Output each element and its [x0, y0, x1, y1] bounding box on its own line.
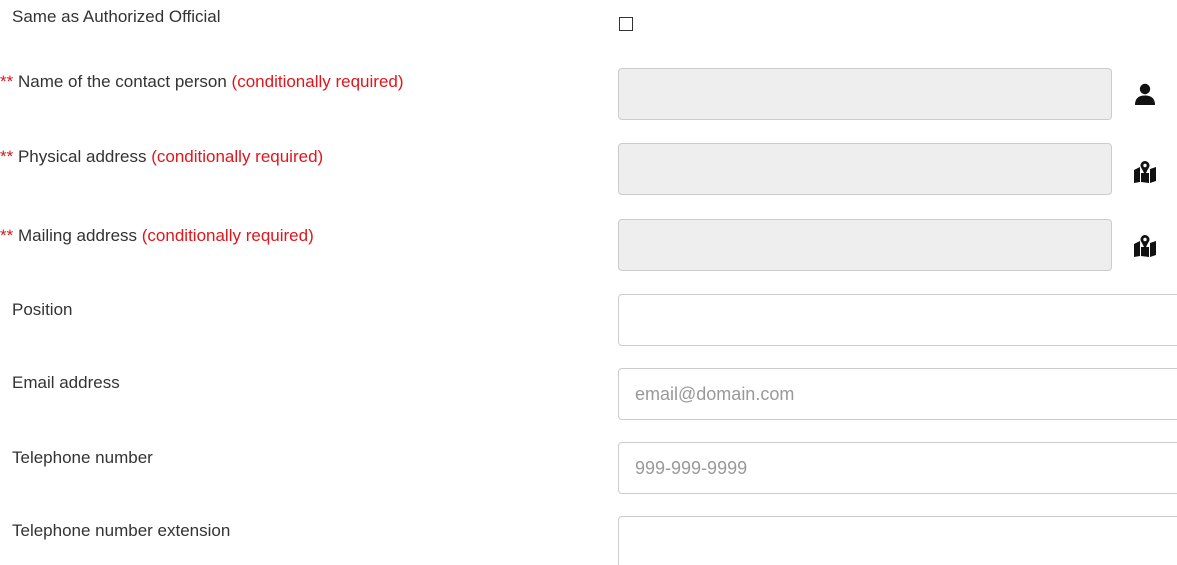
contact-name-label: ** Name of the contact person (condition…	[0, 72, 404, 92]
mailing-address-label: ** Mailing address (conditionally requir…	[0, 226, 314, 246]
mailing-address-label-text: Mailing address	[17, 226, 138, 245]
contact-form: Same as Authorized Official ** Name of t…	[0, 0, 1177, 565]
conditionally-required-note: (conditionally required)	[151, 147, 324, 166]
telephone-ext-label: Telephone number extension	[12, 521, 231, 540]
conditionally-required-note: (conditionally required)	[141, 226, 314, 245]
contact-name-input[interactable]	[618, 68, 1112, 120]
map-marker-icon	[1134, 235, 1156, 257]
email-input[interactable]	[618, 368, 1177, 420]
email-label: Email address	[12, 373, 120, 392]
same-as-official-checkbox[interactable]	[619, 17, 633, 31]
same-as-official-label: Same as Authorized Official	[12, 7, 221, 26]
position-input[interactable]	[618, 294, 1177, 346]
required-marker: **	[0, 72, 14, 91]
required-marker: **	[0, 147, 14, 166]
physical-address-input[interactable]	[618, 143, 1112, 195]
required-marker: **	[0, 226, 14, 245]
telephone-input[interactable]	[618, 442, 1177, 494]
physical-address-label-text: Physical address	[17, 147, 147, 166]
contact-name-label-text: Name of the contact person	[17, 72, 227, 91]
physical-address-label: ** Physical address (conditionally requi…	[0, 147, 323, 167]
user-icon	[1135, 83, 1155, 105]
position-label: Position	[12, 300, 73, 319]
telephone-ext-input[interactable]	[618, 516, 1177, 565]
mailing-address-input[interactable]	[618, 219, 1112, 271]
map-marker-icon	[1134, 161, 1156, 183]
conditionally-required-note: (conditionally required)	[231, 72, 404, 91]
telephone-label: Telephone number	[12, 448, 153, 467]
